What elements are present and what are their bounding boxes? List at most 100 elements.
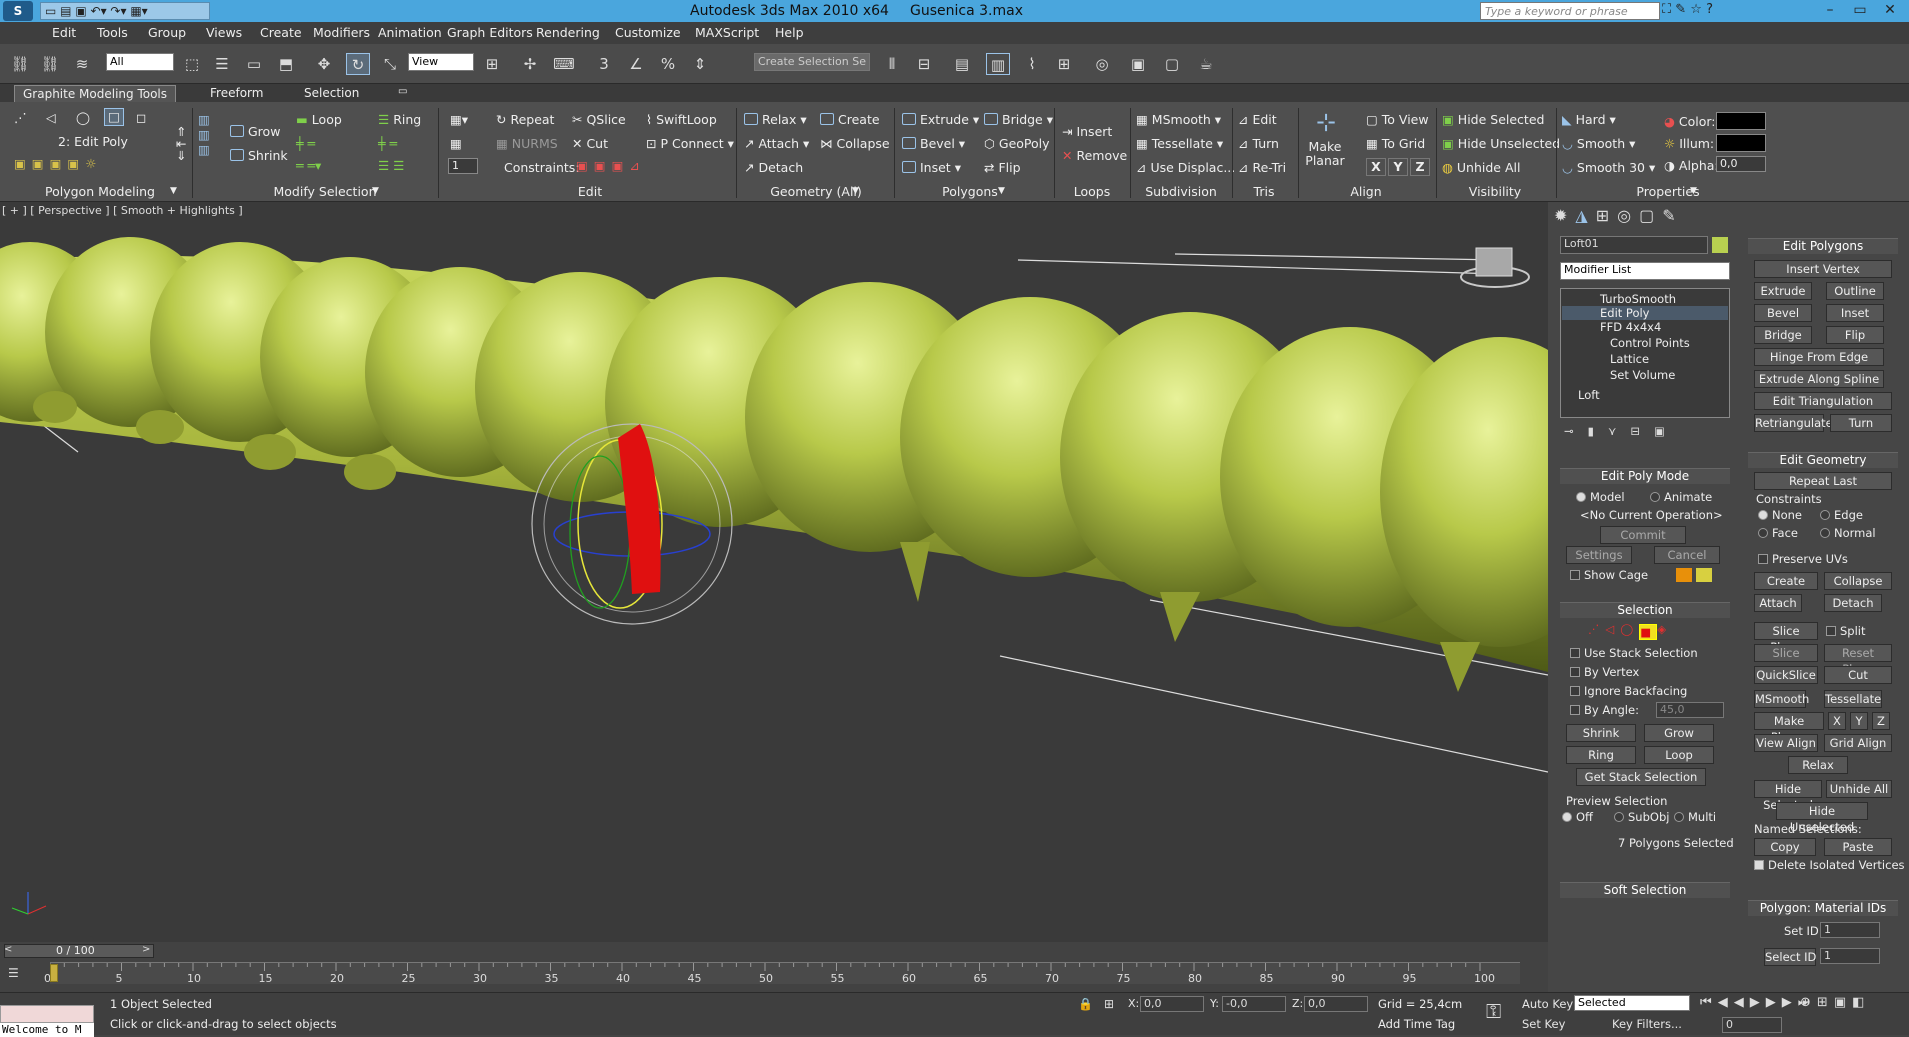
to-grid-button[interactable]: ▦ To Grid bbox=[1366, 136, 1425, 151]
fov-icon[interactable]: ◧ bbox=[1852, 995, 1870, 1010]
bevel-button[interactable]: Bevel ▾ bbox=[902, 136, 965, 151]
percent-snap-icon[interactable]: % bbox=[656, 53, 680, 75]
shrink-button[interactable]: Shrink bbox=[230, 148, 288, 163]
make-planar-geo-button[interactable]: Make Planar bbox=[1754, 712, 1824, 744]
trackbar-menu-icon[interactable]: ☰ bbox=[8, 966, 19, 980]
edit-spinner[interactable]: 1 bbox=[448, 158, 478, 174]
selection-header[interactable]: Selection bbox=[1560, 602, 1730, 618]
ring-button[interactable]: ☰ Ring bbox=[378, 112, 421, 127]
soft-selection-header[interactable]: Soft Selection bbox=[1560, 882, 1730, 898]
group-label-align[interactable]: Align bbox=[1336, 184, 1396, 199]
group-label-poly-modeling[interactable]: Polygon Modeling bbox=[40, 184, 160, 199]
view-align-button[interactable]: View Align bbox=[1754, 734, 1818, 752]
key-mode-dropdown[interactable]: Selected bbox=[1574, 995, 1690, 1011]
planar-y-button[interactable]: Y bbox=[1850, 712, 1868, 730]
unlink-icon[interactable]: ⛓ bbox=[38, 53, 62, 75]
get-stack-selection-button[interactable]: Get Stack Selection bbox=[1576, 768, 1706, 786]
turn-poly-button[interactable]: Turn bbox=[1830, 414, 1892, 432]
commit-button[interactable]: Commit bbox=[1600, 526, 1686, 544]
curve-editor-icon[interactable]: ⌇ bbox=[1020, 53, 1044, 75]
object-name-field[interactable]: Loft01 bbox=[1560, 236, 1708, 254]
selection-filter-dropdown[interactable]: All bbox=[106, 53, 174, 71]
select-subobj-icons[interactable]: ▥ ▥ ▥ bbox=[198, 112, 210, 157]
ribbon-toolicon-a[interactable]: ▦▾ bbox=[450, 112, 468, 127]
extrude-button[interactable]: Extrude ▾ bbox=[902, 112, 979, 127]
use-displacement-button[interactable]: ⊿ Use Displac... bbox=[1136, 160, 1235, 175]
modifier-list-dropdown[interactable]: Modifier List bbox=[1560, 262, 1730, 280]
scale-icon[interactable]: ⤡ bbox=[378, 53, 402, 75]
retri-button[interactable]: ⊿ Re-Tri bbox=[1238, 160, 1286, 175]
group-label-modify-selection[interactable]: Modify Selection bbox=[270, 184, 380, 199]
grow-button[interactable]: Grow bbox=[230, 124, 280, 139]
make-planar-button[interactable]: Make Planar bbox=[1302, 140, 1348, 168]
display-tab-icon[interactable]: ▢ bbox=[1639, 206, 1662, 225]
bridge-button[interactable]: Bridge ▾ bbox=[984, 112, 1053, 127]
cut-geo-button[interactable]: Cut bbox=[1824, 666, 1892, 684]
ref-coord-dropdown[interactable]: View bbox=[408, 53, 474, 71]
repeat-button[interactable]: ↻ Repeat bbox=[496, 112, 554, 127]
go-to-start-icon[interactable]: ⏮ bbox=[1700, 995, 1718, 1010]
insert-button[interactable]: ⇥ Insert bbox=[1062, 124, 1112, 139]
edit-triangulation-button[interactable]: Edit Triangulation bbox=[1754, 392, 1892, 410]
zoom-icon[interactable]: ⊕ bbox=[1800, 995, 1817, 1010]
smooth-button[interactable]: ◡ Smooth ▾ bbox=[1562, 136, 1635, 151]
attach-geo-button[interactable]: Attach bbox=[1754, 594, 1802, 612]
copy-button[interactable]: Copy bbox=[1754, 838, 1816, 856]
model-radio[interactable]: Model bbox=[1576, 490, 1625, 504]
menu-rendering[interactable]: Rendering bbox=[536, 25, 600, 40]
create-tab-icon[interactable]: ✹ bbox=[1554, 206, 1575, 225]
redo-icon[interactable]: ↷▾ bbox=[110, 4, 126, 18]
menu-customize[interactable]: Customize bbox=[615, 25, 681, 40]
extrude-spline-button[interactable]: Extrude Along Spline bbox=[1754, 370, 1884, 388]
group-label-visibility[interactable]: Visibility bbox=[1460, 184, 1530, 199]
snap-3d-icon[interactable]: 3 bbox=[592, 53, 616, 75]
reset-plane-button[interactable]: Reset Plane bbox=[1824, 644, 1892, 676]
group-label-geometry[interactable]: Geometry (All) bbox=[766, 184, 866, 199]
hard-button[interactable]: ◣ Hard ▾ bbox=[1562, 112, 1616, 127]
relax-button[interactable]: Relax ▾ bbox=[744, 112, 807, 127]
polygon-mode-icon[interactable]: □ bbox=[104, 108, 124, 126]
stack-item-turbosmooth[interactable]: TurboSmooth bbox=[1600, 292, 1676, 306]
split-check[interactable]: Split bbox=[1826, 624, 1866, 638]
edge-mode-icon[interactable]: ◁ bbox=[46, 110, 56, 125]
maxscript-listener-mini[interactable] bbox=[0, 1005, 94, 1023]
group-label-edit[interactable]: Edit bbox=[560, 184, 620, 199]
group-label-subdivision[interactable]: Subdivision bbox=[1136, 184, 1226, 199]
cut-button[interactable]: ✕ Cut bbox=[572, 136, 608, 151]
stack-item-set-volume[interactable]: Set Volume bbox=[1610, 368, 1675, 382]
preview-subobj-radio[interactable]: SubObj bbox=[1614, 810, 1669, 824]
geometry-dropdown-icon[interactable]: ▼ bbox=[852, 186, 859, 196]
hierarchy-tab-icon[interactable]: ⊞ bbox=[1596, 206, 1617, 225]
y-coord-field[interactable]: -0,0 bbox=[1222, 996, 1286, 1012]
named-selection-dropdown[interactable]: Create Selection Se bbox=[754, 53, 870, 71]
properties-dropdown-icon[interactable]: ▼ bbox=[1690, 186, 1697, 196]
align-z-button[interactable]: Z bbox=[1410, 158, 1430, 176]
select-manipulate-icon[interactable]: ✢ bbox=[518, 53, 542, 75]
tessellate-button[interactable]: ▦ Tessellate ▾ bbox=[1136, 136, 1223, 151]
object-color-swatch[interactable] bbox=[1712, 237, 1728, 253]
relax-geo-button[interactable]: Relax bbox=[1788, 756, 1848, 774]
select-id-button[interactable]: Select ID bbox=[1764, 948, 1816, 966]
flip-button[interactable]: ⇄ Flip bbox=[984, 160, 1021, 175]
set-key-button[interactable]: Set Key bbox=[1522, 1017, 1565, 1031]
play-icon[interactable]: ▶ bbox=[1750, 995, 1766, 1010]
menu-help[interactable]: Help bbox=[775, 25, 804, 40]
tessellate-geo-button[interactable]: Tessellate bbox=[1824, 690, 1882, 708]
cage-color-1[interactable] bbox=[1676, 568, 1692, 582]
modify-selection-dropdown-icon[interactable]: ▼ bbox=[372, 186, 379, 196]
ring-more-icon[interactable]: ☰ ☰ bbox=[378, 158, 404, 173]
stack-item-ffd[interactable]: FFD 4x4x4 bbox=[1600, 320, 1661, 334]
use-stack-selection-check[interactable]: Use Stack Selection bbox=[1570, 646, 1698, 660]
material-editor-icon[interactable]: ◎ bbox=[1090, 53, 1114, 75]
tab-selection[interactable]: Selection bbox=[296, 85, 367, 102]
utilities-tab-icon[interactable]: ✎ bbox=[1662, 206, 1683, 225]
animate-radio[interactable]: Animate bbox=[1650, 490, 1712, 504]
key-icon[interactable]: ⚿ bbox=[1486, 999, 1501, 1023]
modify-tab-icon[interactable]: ◮ bbox=[1575, 206, 1595, 225]
cage-color-2[interactable] bbox=[1696, 568, 1712, 582]
project-folder-icon[interactable]: ▦▾ bbox=[130, 4, 147, 18]
unhide-all-button[interactable]: ◍ Unhide All bbox=[1442, 160, 1520, 175]
caterpillar-body[interactable] bbox=[0, 237, 1548, 672]
viewport-scene[interactable] bbox=[0, 202, 1548, 942]
menu-views[interactable]: Views bbox=[206, 25, 242, 40]
